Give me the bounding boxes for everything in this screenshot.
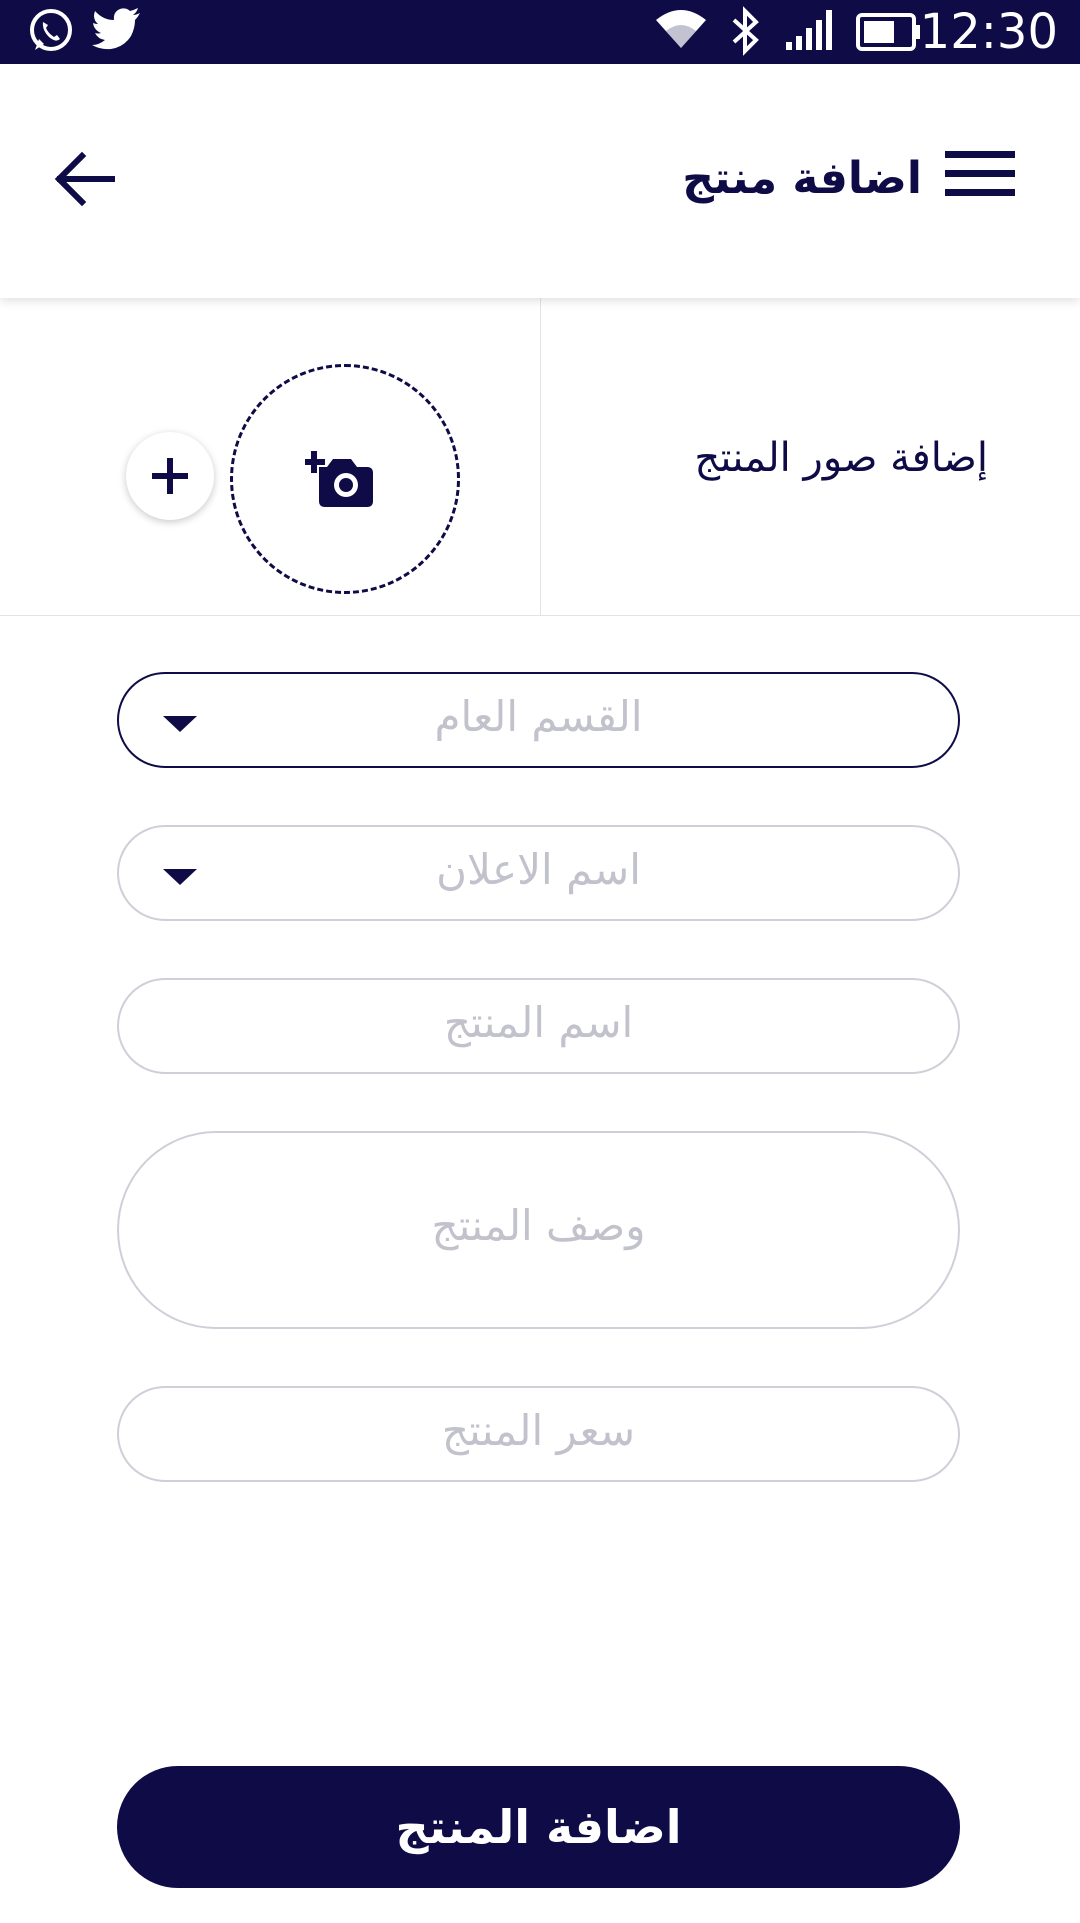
category-placeholder: القسم العام (434, 692, 643, 741)
twitter-icon (92, 8, 142, 56)
caret-down-icon (163, 869, 197, 885)
signal-icon (784, 8, 838, 56)
back-button[interactable] (50, 144, 120, 214)
battery-icon (856, 12, 922, 56)
product-photos-label: إضافة صور المنتج (694, 435, 988, 481)
product-description-input[interactable]: وصف المنتج (117, 1131, 960, 1329)
menu-button[interactable] (945, 149, 1015, 199)
status-time: 12:30 (919, 4, 1058, 60)
add-product-button[interactable]: اضافة المنتج (117, 1766, 960, 1888)
hamburger-menu-icon (945, 151, 1015, 196)
product-name-placeholder: اسم المنتج (443, 998, 634, 1047)
caret-down-icon (163, 716, 197, 732)
product-photos-section: إضافة صور المنتج (0, 298, 1080, 616)
product-name-input[interactable]: اسم المنتج (117, 978, 960, 1074)
add-photo-button[interactable] (126, 432, 214, 520)
status-bar: 12:30 (0, 0, 1080, 64)
category-select[interactable]: القسم العام (117, 672, 960, 768)
photo-upload-area[interactable] (230, 364, 460, 594)
page-title: اضافة منتج (682, 153, 922, 204)
product-price-placeholder: سعر المنتج (441, 1406, 636, 1455)
whatsapp-icon (26, 6, 76, 60)
plus-icon (152, 458, 188, 494)
wifi-icon (652, 6, 710, 54)
section-divider (540, 298, 541, 616)
app-bar: اضافة منتج (0, 64, 1080, 298)
bluetooth-icon (730, 6, 762, 60)
product-price-input[interactable]: سعر المنتج (117, 1386, 960, 1482)
ad-name-select[interactable]: اسم الاعلان (117, 825, 960, 921)
ad-name-placeholder: اسم الاعلان (436, 845, 641, 894)
arrow-left-icon (54, 151, 115, 207)
add-a-photo-icon (305, 451, 373, 507)
product-description-placeholder: وصف المنتج (431, 1201, 646, 1250)
